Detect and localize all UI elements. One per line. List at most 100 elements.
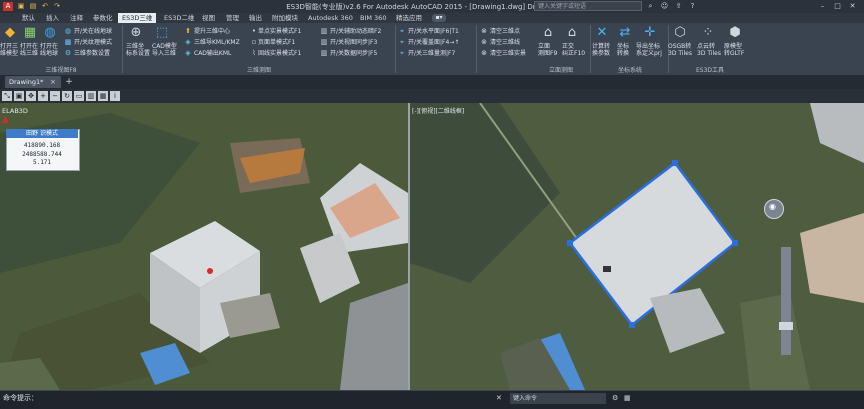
- compass-icon: ◉: [769, 202, 776, 211]
- btn-osgb-to-3dtiles[interactable]: OSGB转 3D Tiles: [668, 43, 692, 57]
- btn-cad-import-3d[interactable]: CAD模型 导入三维: [152, 43, 177, 57]
- btn-open-3d-model[interactable]: 打开三 维模型: [0, 43, 18, 57]
- settings-icon: ⚙: [64, 49, 72, 57]
- tab-parametric[interactable]: 参数化: [89, 13, 117, 23]
- command-input[interactable]: 键入命令: [510, 393, 606, 404]
- btn-open-online-3d[interactable]: 打开在 线三维: [20, 43, 38, 57]
- toggle-horizontal-plane[interactable]: 开/关水平面|F6|T1: [408, 28, 459, 35]
- btn-compute-transform-params[interactable]: 计算转 换参数: [592, 43, 610, 57]
- tool-info-icon[interactable]: i: [110, 91, 120, 101]
- cart-icon[interactable]: ⇪: [674, 2, 683, 11]
- tab-default[interactable]: 默认: [18, 13, 39, 23]
- point-cloud-icon[interactable]: ⁘: [700, 26, 716, 40]
- settings-status-icon[interactable]: ⚙: [612, 394, 618, 402]
- btn-gltf-l2: 转GLTF: [724, 50, 745, 57]
- clear-lines-icon: ⊗: [481, 38, 487, 46]
- grip-3[interactable]: [732, 240, 738, 246]
- toggle-online-globe[interactable]: 开/关在线地球: [74, 28, 112, 35]
- tool-layer-icon[interactable]: ▥: [86, 91, 96, 101]
- btn-ortho-correct[interactable]: 正交 纠正F10: [562, 43, 585, 57]
- cad-import-icon[interactable]: ⬚: [154, 26, 170, 40]
- globe-icon[interactable]: ◍: [42, 26, 58, 40]
- tab-es3d-3d[interactable]: ES3D三维: [118, 13, 157, 23]
- zoom-slider-knob[interactable]: [779, 322, 793, 330]
- btn-clear-3d-scene[interactable]: 清空三维实景: [490, 50, 526, 57]
- tool-zoom-window-icon[interactable]: ▣: [14, 91, 24, 101]
- compute-params-icon[interactable]: ✕: [594, 26, 610, 40]
- viewport-2d-label[interactable]: [-][俯视][二维线框]: [412, 106, 464, 115]
- toggle-overlay[interactable]: 开/关覆盖面|F4→↑: [408, 39, 459, 46]
- close-tab-icon[interactable]: ×: [50, 78, 56, 86]
- toggle-data-sync[interactable]: 开/关数据同步|F5: [330, 50, 377, 57]
- grip-2[interactable]: [672, 160, 678, 166]
- minimize-icon[interactable]: –: [818, 2, 827, 11]
- grid-status-icon[interactable]: ▦: [624, 394, 631, 402]
- export-prj-icon[interactable]: ✛: [642, 26, 658, 40]
- tool-zoom-out-icon[interactable]: −: [50, 91, 60, 101]
- close-icon[interactable]: ✕: [848, 2, 857, 11]
- tool-rotate-icon[interactable]: ↻: [62, 91, 72, 101]
- user-icon[interactable]: ☺: [660, 2, 669, 11]
- tab-addins[interactable]: 附加模块: [268, 13, 302, 23]
- toggle-view-sync[interactable]: 开/关视图同步|F3: [330, 39, 377, 46]
- tool-grid-icon[interactable]: ▦: [98, 91, 108, 101]
- btn-3d-settings[interactable]: 三维参数设置: [74, 50, 110, 57]
- tab-view[interactable]: 视图: [198, 13, 219, 23]
- help-icon[interactable]: ?: [688, 2, 697, 11]
- grip-4[interactable]: [629, 322, 635, 328]
- new-tab-icon[interactable]: +: [64, 77, 74, 87]
- window-title: ES3D智能(专业版)v2.6 For Autodesk AutoCAD 201…: [286, 3, 578, 11]
- ribbon-toggle-icon[interactable]: ▪▾: [432, 14, 446, 22]
- viewport-2d-top[interactable]: [410, 103, 864, 390]
- online-3d-icon[interactable]: ▦: [22, 26, 38, 40]
- btn-line-mode[interactable]: 固线实景模式F1: [258, 50, 301, 57]
- 3d-model-icon[interactable]: ◆: [2, 26, 18, 40]
- btn-open-online-globe[interactable]: 打开在 线地球: [40, 43, 58, 57]
- search-icon[interactable]: ⌕: [646, 2, 655, 11]
- btn-cad-import-l2: 导入三维: [152, 50, 177, 57]
- tab-annotate[interactable]: 注释: [66, 13, 87, 23]
- btn-page-mode[interactable]: 页面单模式F1: [258, 39, 295, 46]
- tool-pan-icon[interactable]: ✥: [26, 91, 36, 101]
- btn-clear-3d-points[interactable]: 清空三维点: [490, 28, 520, 35]
- tab-featured[interactable]: 精选应用: [392, 13, 426, 23]
- btn-elevation-mapping[interactable]: 立面 测图F9: [538, 43, 557, 57]
- btn-clear-3d-lines[interactable]: 清空三维线: [490, 39, 520, 46]
- tab-manage[interactable]: 管理: [222, 13, 243, 23]
- toggle-texture-mode[interactable]: 开/关纹理模式: [74, 39, 112, 46]
- tab-bim360[interactable]: BIM 360: [356, 13, 390, 23]
- btn-pointcloud-to-3dtiles[interactable]: 点云转 3D Tiles: [697, 43, 721, 57]
- btn-coord-transform[interactable]: 坐标 转换: [617, 43, 629, 57]
- btn-single-point-mode[interactable]: 单点实景模式F1: [258, 28, 301, 35]
- btn-cad-export-kml[interactable]: CAD输出KML: [194, 50, 231, 57]
- coordinate-system-icon[interactable]: ⊕: [128, 26, 144, 40]
- btn-3d-coordinate-settings[interactable]: 三维坐 标系设置: [126, 43, 150, 57]
- tab-es3d-2d[interactable]: ES3D二维: [160, 13, 198, 23]
- tab-autodesk360[interactable]: Autodesk 360: [304, 13, 357, 23]
- tab-output[interactable]: 输出: [245, 13, 266, 23]
- osgb-icon[interactable]: ⬡: [672, 26, 688, 40]
- command-line[interactable]: [0, 390, 410, 409]
- tool-select-icon[interactable]: ⤡: [2, 91, 12, 101]
- search-input[interactable]: 键入关键字或短语: [534, 1, 642, 11]
- btn-coord-transform-l2: 转换: [617, 50, 630, 57]
- assist-icon: ▥: [320, 27, 328, 35]
- btn-raise-3d-center[interactable]: 提升三维中心: [194, 28, 230, 35]
- zoom-slider[interactable]: [781, 247, 791, 355]
- toggle-3d-measure[interactable]: 开/关三维量测|F7: [408, 50, 455, 57]
- clear-scene-icon: ⊗: [481, 49, 487, 57]
- close-cmd-icon[interactable]: ✕: [496, 394, 502, 402]
- maximize-icon[interactable]: □: [833, 2, 842, 11]
- gltf-icon[interactable]: ⬢: [727, 26, 743, 40]
- orthorectify-icon[interactable]: ⌂: [564, 26, 580, 40]
- toggle-assist-dynamic[interactable]: 开/关辅助动态暗F2: [330, 28, 381, 35]
- btn-3d-import-kml[interactable]: 三维导KML/KMZ: [194, 39, 240, 46]
- grip-1[interactable]: [567, 240, 573, 246]
- btn-export-prj[interactable]: 导出坐标 系定义prj: [636, 43, 662, 57]
- tool-zoom-in-icon[interactable]: +: [38, 91, 48, 101]
- elevation-icon[interactable]: ⌂: [540, 26, 556, 40]
- coord-transform-icon[interactable]: ⇄: [617, 26, 633, 40]
- tab-insert[interactable]: 插入: [42, 13, 63, 23]
- tool-measure-icon[interactable]: ▭: [74, 91, 84, 101]
- btn-model-to-gltf[interactable]: 原模型 转GLTF: [724, 43, 744, 57]
